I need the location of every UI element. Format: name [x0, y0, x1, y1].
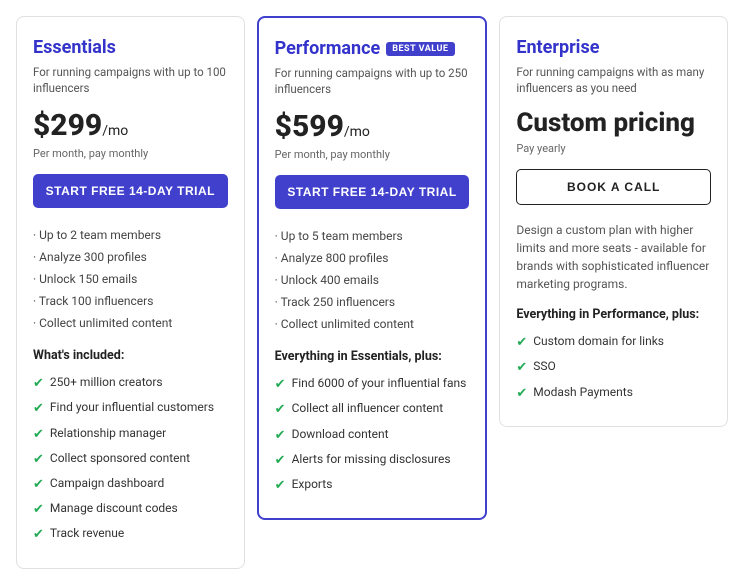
check-feature-label-enterprise-2: Modash Payments: [533, 384, 633, 401]
check-feature-performance-2: ✔ Download content: [275, 423, 470, 448]
check-feature-essentials-4: ✔ Campaign dashboard: [33, 472, 228, 497]
plan-billing-essentials: Per month, pay monthly: [33, 147, 228, 160]
bullet-feature-performance-2: Unlock 400 emails: [275, 269, 470, 291]
bullet-feature-performance-4: Collect unlimited content: [275, 313, 470, 335]
bullet-feature-essentials-0: Up to 2 team members: [33, 224, 228, 246]
check-feature-label-essentials-6: Track revenue: [50, 525, 124, 542]
plan-amount-essentials: $299: [33, 108, 102, 143]
check-feature-essentials-2: ✔ Relationship manager: [33, 422, 228, 447]
check-icon-performance-4: ✔: [275, 477, 286, 495]
pay-yearly-enterprise: Pay yearly: [516, 142, 711, 155]
check-feature-enterprise-1: ✔ SSO: [516, 355, 711, 380]
check-feature-label-performance-4: Exports: [292, 476, 333, 493]
check-feature-label-essentials-4: Campaign dashboard: [50, 475, 164, 492]
section-label-enterprise: Everything in Performance, plus:: [516, 307, 711, 322]
check-feature-essentials-1: ✔ Find your influential customers: [33, 396, 228, 421]
bullet-feature-performance-0: Up to 5 team members: [275, 225, 470, 247]
check-icon-enterprise-0: ✔: [516, 334, 527, 352]
check-icon-essentials-5: ✔: [33, 501, 44, 519]
check-icon-essentials-4: ✔: [33, 476, 44, 494]
check-icon-performance-3: ✔: [275, 452, 286, 470]
check-feature-label-essentials-3: Collect sponsored content: [50, 450, 190, 467]
bullet-feature-performance-3: Track 250 influencers: [275, 291, 470, 313]
plan-card-essentials: Essentials For running campaigns with up …: [16, 16, 245, 569]
check-feature-label-essentials-2: Relationship manager: [50, 425, 166, 442]
bullet-feature-performance-1: Analyze 800 profiles: [275, 247, 470, 269]
check-icon-enterprise-2: ✔: [516, 385, 527, 403]
check-features-performance: ✔ Find 6000 of your influential fans ✔ C…: [275, 372, 470, 498]
bullet-feature-essentials-4: Collect unlimited content: [33, 312, 228, 334]
plan-amount-performance: $599: [275, 109, 344, 144]
plan-price-performance: $599/mo: [275, 109, 470, 144]
check-feature-essentials-0: ✔ 250+ million creators: [33, 371, 228, 396]
check-feature-essentials-5: ✔ Manage discount codes: [33, 497, 228, 522]
plan-card-enterprise: Enterprise For running campaigns with as …: [499, 16, 728, 427]
custom-pricing-enterprise: Custom pricing: [516, 108, 711, 138]
check-icon-essentials-1: ✔: [33, 400, 44, 418]
check-feature-label-performance-1: Collect all influencer content: [292, 400, 444, 417]
check-icon-performance-1: ✔: [275, 401, 286, 419]
check-feature-label-performance-2: Download content: [292, 426, 389, 443]
check-features-enterprise: ✔ Custom domain for links ✔ SSO ✔ Modash…: [516, 330, 711, 406]
check-features-essentials: ✔ 250+ million creators ✔ Find your infl…: [33, 371, 228, 547]
check-feature-performance-1: ✔ Collect all influencer content: [275, 397, 470, 422]
check-feature-label-enterprise-1: SSO: [533, 358, 556, 375]
check-feature-label-enterprise-0: Custom domain for links: [533, 333, 664, 350]
check-feature-performance-0: ✔ Find 6000 of your influential fans: [275, 372, 470, 397]
plan-subtitle-performance: For running campaigns with up to 250 inf…: [275, 65, 470, 97]
check-icon-performance-2: ✔: [275, 427, 286, 445]
check-feature-performance-3: ✔ Alerts for missing disclosures: [275, 448, 470, 473]
plan-billing-performance: Per month, pay monthly: [275, 148, 470, 161]
check-feature-label-performance-3: Alerts for missing disclosures: [292, 451, 451, 468]
plan-subtitle-essentials: For running campaigns with up to 100 inf…: [33, 64, 228, 96]
cta-button-essentials[interactable]: START FREE 14-DAY TRIAL: [33, 174, 228, 208]
section-label-essentials: What's included:: [33, 348, 228, 363]
check-icon-enterprise-1: ✔: [516, 359, 527, 377]
check-icon-essentials-2: ✔: [33, 426, 44, 444]
check-feature-performance-4: ✔ Exports: [275, 473, 470, 498]
check-feature-essentials-3: ✔ Collect sponsored content: [33, 447, 228, 472]
section-label-performance: Everything in Essentials, plus:: [275, 349, 470, 364]
check-icon-essentials-0: ✔: [33, 375, 44, 393]
plan-title-essentials: Essentials: [33, 37, 228, 58]
plan-subtitle-enterprise: For running campaigns with as many influ…: [516, 64, 711, 96]
check-feature-enterprise-0: ✔ Custom domain for links: [516, 330, 711, 355]
plan-card-performance: PerformanceBEST VALUE For running campaig…: [257, 16, 488, 520]
check-icon-performance-0: ✔: [275, 376, 286, 394]
check-feature-label-performance-0: Find 6000 of your influential fans: [292, 375, 467, 392]
check-feature-essentials-6: ✔ Track revenue: [33, 522, 228, 547]
cta-button-enterprise[interactable]: BOOK A CALL: [516, 169, 711, 205]
plan-title-enterprise: Enterprise: [516, 37, 711, 58]
plans-container: Essentials For running campaigns with up …: [16, 16, 728, 569]
check-feature-label-essentials-0: 250+ million creators: [50, 374, 163, 391]
plan-price-essentials: $299/mo: [33, 108, 228, 143]
enterprise-desc: Design a custom plan with higher limits …: [516, 221, 711, 293]
check-feature-label-essentials-5: Manage discount codes: [50, 500, 178, 517]
check-feature-enterprise-2: ✔ Modash Payments: [516, 381, 711, 406]
bullet-features-essentials: Up to 2 team membersAnalyze 300 profiles…: [33, 224, 228, 334]
bullet-feature-essentials-2: Unlock 150 emails: [33, 268, 228, 290]
bullet-feature-essentials-3: Track 100 influencers: [33, 290, 228, 312]
bullet-feature-essentials-1: Analyze 300 profiles: [33, 246, 228, 268]
check-feature-label-essentials-1: Find your influential customers: [50, 399, 214, 416]
plan-title-performance: PerformanceBEST VALUE: [275, 38, 470, 59]
check-icon-essentials-6: ✔: [33, 526, 44, 544]
bullet-features-performance: Up to 5 team membersAnalyze 800 profiles…: [275, 225, 470, 335]
plan-period-performance: /mo: [344, 124, 370, 140]
cta-button-performance[interactable]: START FREE 14-DAY TRIAL: [275, 175, 470, 209]
plan-period-essentials: /mo: [102, 123, 128, 139]
check-icon-essentials-3: ✔: [33, 451, 44, 469]
plan-badge-performance: BEST VALUE: [386, 42, 454, 56]
